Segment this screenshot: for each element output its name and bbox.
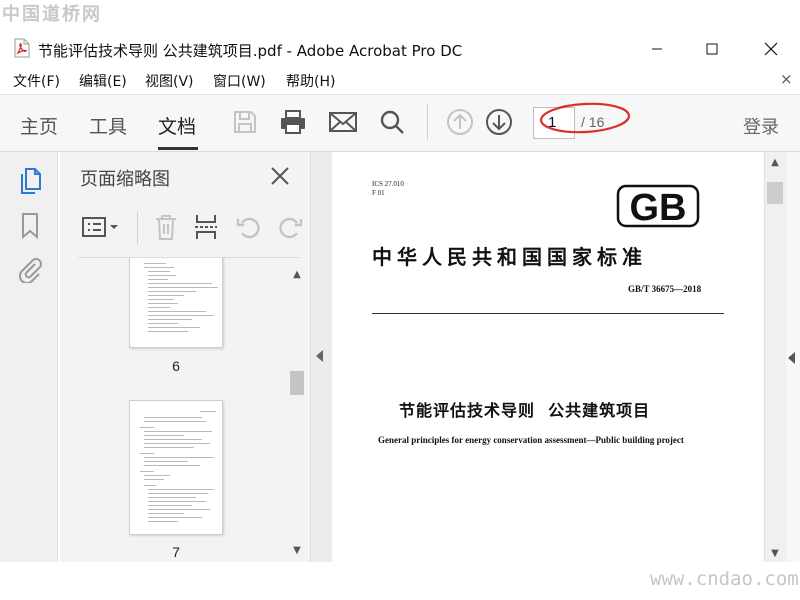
thumbnail-list: 6 7 bbox=[78, 258, 288, 562]
doc-scroll-up-icon[interactable]: ▲ bbox=[767, 154, 783, 170]
login-button[interactable]: 登录 bbox=[743, 113, 779, 139]
email-icon[interactable] bbox=[326, 105, 360, 139]
menu-edit[interactable]: 编辑(E) bbox=[79, 71, 127, 91]
gb-logo-text: GB bbox=[630, 187, 687, 228]
ics-code: ICS 27.010 F 01 bbox=[372, 180, 404, 198]
tab-document[interactable]: 文档 bbox=[158, 112, 196, 139]
toolbar-separator bbox=[427, 104, 428, 140]
pdf-file-icon bbox=[14, 38, 30, 58]
save-icon[interactable] bbox=[228, 105, 262, 139]
thumbnail-label-6: 6 bbox=[172, 358, 180, 374]
collapse-panel-icon[interactable] bbox=[316, 350, 323, 362]
maximize-button[interactable] bbox=[689, 34, 735, 64]
undo-icon[interactable] bbox=[233, 210, 265, 244]
standard-title: 中华人民共和国国家标准 bbox=[372, 245, 647, 269]
gb-logo: GB bbox=[616, 184, 700, 228]
document-scrollbar[interactable] bbox=[764, 152, 786, 562]
thumbnail-label-7: 7 bbox=[172, 544, 180, 560]
menu-view[interactable]: 视图(V) bbox=[145, 71, 194, 91]
attachment-icon[interactable] bbox=[14, 253, 46, 285]
tab-tools[interactable]: 工具 bbox=[89, 112, 127, 139]
delete-icon[interactable] bbox=[150, 210, 182, 244]
search-icon[interactable] bbox=[375, 105, 409, 139]
menu-help[interactable]: 帮助(H) bbox=[286, 71, 335, 91]
thumbnail-scrollbar[interactable] bbox=[288, 262, 306, 562]
insert-page-icon[interactable] bbox=[190, 210, 222, 244]
red-highlight-ellipse bbox=[539, 102, 631, 134]
thumbnail-page-6[interactable] bbox=[129, 258, 223, 348]
scroll-up-icon[interactable]: ▲ bbox=[289, 266, 305, 282]
menu-window[interactable]: 窗口(W) bbox=[213, 71, 266, 91]
doc-scroll-down-icon[interactable]: ▼ bbox=[767, 545, 783, 561]
ics-line: ICS 27.010 bbox=[372, 180, 404, 188]
panel-tool-separator bbox=[137, 212, 138, 244]
menu-file[interactable]: 文件(F) bbox=[13, 71, 60, 91]
page-thumbnails-icon[interactable] bbox=[14, 165, 46, 197]
thumbnail-scroll-thumb[interactable] bbox=[290, 371, 304, 395]
expand-right-pane-icon[interactable] bbox=[788, 352, 795, 364]
thumbnail-page-7[interactable] bbox=[129, 400, 223, 535]
watermark-top: 中国道桥网 bbox=[2, 4, 102, 25]
document-title: 节能评估技术导则 公共建筑项目 bbox=[399, 401, 651, 420]
ccs-line: F 01 bbox=[372, 189, 385, 197]
bookmark-icon[interactable] bbox=[14, 210, 46, 242]
page-down-icon[interactable] bbox=[482, 105, 516, 139]
document-scroll-thumb[interactable] bbox=[767, 182, 783, 204]
print-icon[interactable] bbox=[276, 105, 310, 139]
tab-home[interactable]: 主页 bbox=[20, 112, 58, 139]
standard-number: GB/T 36675—2018 bbox=[628, 284, 702, 294]
close-window-button[interactable] bbox=[748, 34, 794, 64]
panel-title: 页面缩略图 bbox=[80, 169, 170, 190]
redo-icon[interactable] bbox=[274, 210, 306, 244]
page-up-icon[interactable] bbox=[443, 105, 477, 139]
title-rule bbox=[372, 313, 724, 314]
page-options-icon[interactable] bbox=[80, 210, 122, 244]
minimize-button[interactable] bbox=[634, 34, 680, 64]
close-document-button[interactable]: × bbox=[780, 70, 793, 88]
close-panel-icon[interactable] bbox=[266, 162, 294, 190]
document-subtitle: General principles for energy conservati… bbox=[378, 435, 684, 445]
window-title: 节能评估技术导则 公共建筑项目.pdf - Adobe Acrobat Pro … bbox=[38, 42, 463, 60]
scroll-down-icon[interactable]: ▼ bbox=[289, 542, 305, 558]
watermark-bottom: www.cndao.com bbox=[650, 568, 799, 590]
active-tab-indicator bbox=[158, 147, 198, 150]
